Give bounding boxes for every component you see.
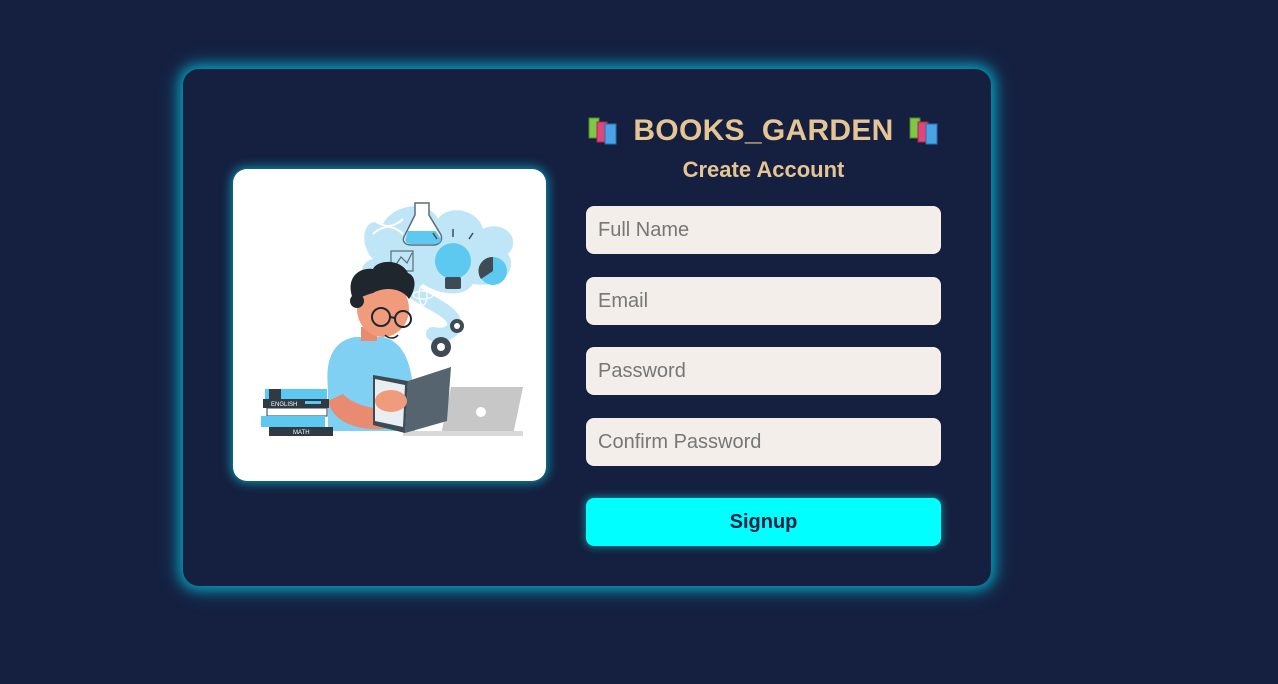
- svg-text:E=mc²: E=mc²: [461, 298, 485, 307]
- email-input[interactable]: [586, 277, 941, 325]
- brand-name: BOOKS_GARDEN: [633, 114, 894, 147]
- full-name-input[interactable]: [586, 206, 941, 254]
- password-input[interactable]: [586, 347, 941, 395]
- svg-text:ENGLISH: ENGLISH: [271, 402, 297, 408]
- brand-header: BOOKS_GARDEN: [586, 111, 941, 151]
- books-stack-icon: [587, 116, 619, 146]
- svg-text:MATH: MATH: [293, 430, 310, 436]
- signup-button[interactable]: Signup: [586, 498, 941, 546]
- form-heading: Create Account: [682, 157, 845, 182]
- student-reading-illustration: E=mc² ENGLISH MATH: [233, 169, 546, 481]
- signup-card: E=mc² ENGLISH MATH BOOKS_GARDEN Create A…: [183, 69, 991, 586]
- confirm-password-input[interactable]: [586, 418, 941, 466]
- books-stack-icon: [908, 116, 940, 146]
